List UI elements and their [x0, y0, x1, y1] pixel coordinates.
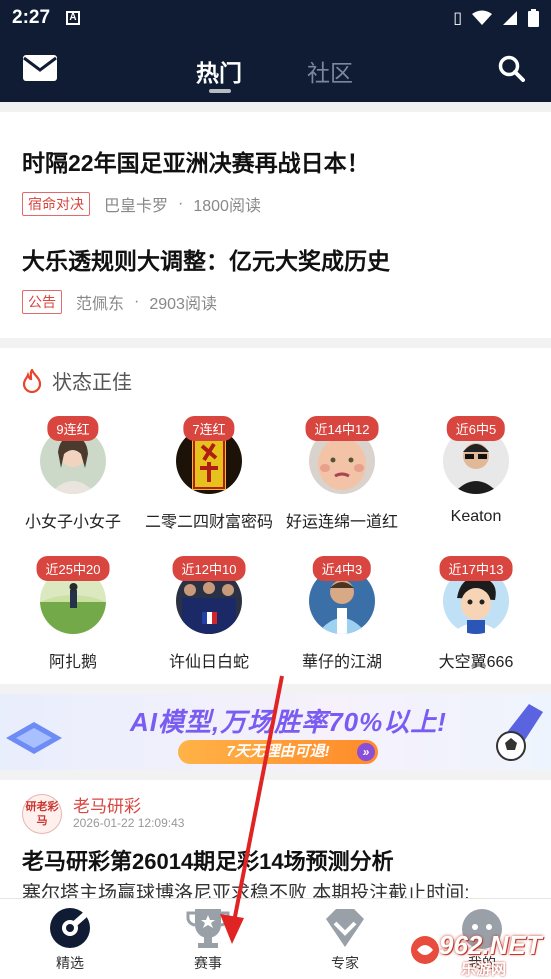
banner-cta-label: 7天无理由可退! [226, 743, 330, 760]
author-avatar: 研老彩马 [22, 794, 62, 834]
headline-title: 时隔22年国足亚洲决赛再战日本！ [22, 150, 370, 176]
promo-banner[interactable]: AI模型,万场胜率70%以上! 7天无理由可退! » [0, 694, 551, 770]
headlines-card: 时隔22年国足亚洲决赛再战日本！ 宿命对决 巴皇卡罗 · 1800阅读 大乐透规… [0, 112, 551, 338]
banner-headline: AI模型,万场胜率70%以上! [130, 707, 447, 737]
expert-name: 華仔的江湖 [301, 654, 382, 671]
status-time: 2:27 [12, 7, 51, 28]
battery-icon [528, 9, 539, 27]
streak-badge: 近12中10 [172, 556, 246, 581]
signal-icon [503, 11, 517, 25]
headline-reads: 2903阅读 [149, 296, 217, 313]
headline-tag: 宿命对决 [22, 192, 90, 216]
top-bar: 2:27 A ▯ 热门 社区 [0, 0, 551, 102]
mail-icon[interactable] [22, 54, 58, 82]
trophy-icon [186, 909, 230, 948]
status-bar: 2:27 A ▯ [0, 0, 551, 36]
nav-label: 专家 [331, 955, 359, 971]
article-card[interactable]: 研老彩马 老马研彩 2026-01-22 12:09:43 老马研彩第26014… [0, 780, 551, 904]
streak-badge: 7连红 [183, 416, 235, 441]
headline-item[interactable]: 时隔22年国足亚洲决赛再战日本！ 宿命对决 巴皇卡罗 · 1800阅读 [22, 144, 532, 216]
active-tab-indicator [209, 89, 231, 93]
hot-streak-section: 状态正佳 9连红 小女子小女子 7连红 二零二四财富密码 近14中12 好运连绵… [0, 348, 551, 684]
streak-badge: 近4中3 [312, 556, 372, 581]
notification-icon: A [66, 11, 81, 25]
wifi-icon [472, 10, 492, 25]
meta-separator: · [134, 293, 140, 310]
article-title[interactable]: 老马研彩第26014期足彩14场预测分析 [22, 844, 394, 876]
nav-item-matches[interactable]: 赛事 [158, 905, 258, 973]
expert-name: 大空翼666 [438, 654, 514, 671]
streak-badge: 近25中20 [36, 556, 110, 581]
ai-chip-icon [6, 722, 62, 754]
nav-item-experts[interactable]: 专家 [295, 905, 395, 973]
expert-name: 二零二四财富密码 [144, 514, 273, 531]
headline-title: 大乐透规则大调整：亿元大奖成历史 [22, 248, 390, 274]
compass-icon [50, 908, 90, 948]
vibrate-icon: ▯ [453, 10, 462, 27]
tab-community[interactable]: 社区 [307, 54, 353, 88]
expert-name: 许仙日白蛇 [168, 654, 249, 671]
watermark-sub: 乐游网 [461, 961, 507, 978]
watermark-number: 962.NET [439, 930, 542, 960]
diamond-icon [326, 909, 364, 947]
nav-label: 精选 [56, 955, 84, 971]
double-chevron-icon: » [357, 743, 375, 761]
section-header: 状态正佳 [22, 366, 132, 395]
flame-icon [22, 368, 42, 393]
expert-name: 阿扎鹅 [48, 654, 97, 671]
meta-separator: · [178, 195, 184, 212]
streak-badge: 近14中12 [305, 416, 379, 441]
section-title: 状态正佳 [52, 372, 132, 394]
site-watermark: 962.NET 乐游网 [409, 930, 545, 978]
nav-item-featured[interactable]: 精选 [20, 905, 120, 973]
expert-name: 好运连绵一道红 [285, 514, 398, 531]
headline-meta: 宿命对决 巴皇卡罗 · 1800阅读 [22, 192, 532, 216]
streak-badge: 9连红 [47, 416, 99, 441]
headline-author: 巴皇卡罗 [104, 198, 169, 215]
header-nav: 热门 社区 [0, 40, 551, 102]
expert-name: Keaton [450, 508, 502, 525]
streak-badge: 近6中5 [446, 416, 506, 441]
status-icons: ▯ [453, 8, 539, 28]
tab-hot[interactable]: 热门 [196, 54, 242, 88]
headline-author: 范佩东 [76, 296, 125, 313]
headline-item[interactable]: 大乐透规则大调整：亿元大奖成历史 公告 范佩东 · 2903阅读 [22, 242, 532, 314]
headline-meta: 公告 范佩东 · 2903阅读 [22, 290, 532, 314]
football-icon [496, 704, 543, 761]
banner-cta[interactable]: 7天无理由可退! » [178, 740, 378, 764]
article-author[interactable]: 老马研彩 [73, 792, 141, 817]
watermark-logo-icon [411, 936, 439, 964]
streak-badge: 近17中13 [439, 556, 513, 581]
article-date: 2026-01-22 12:09:43 [73, 816, 185, 830]
expert-name: 小女子小女子 [24, 514, 121, 531]
headline-reads: 1800阅读 [193, 198, 261, 215]
search-icon[interactable] [497, 54, 525, 82]
headline-tag: 公告 [22, 290, 62, 314]
nav-label: 赛事 [194, 955, 222, 971]
